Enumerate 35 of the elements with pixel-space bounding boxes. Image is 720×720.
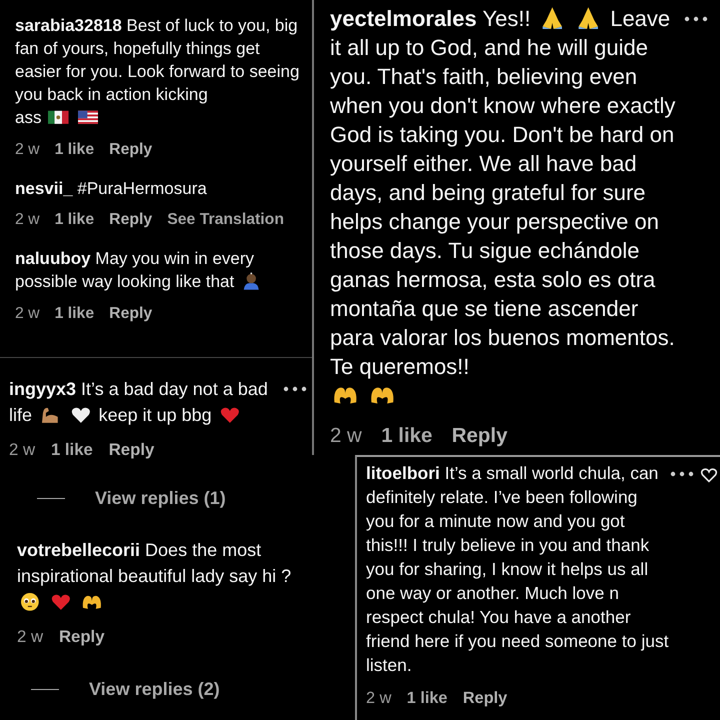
like-count[interactable]: 1 like xyxy=(406,686,448,710)
comment-time: 2 w xyxy=(15,140,40,160)
like-count[interactable]: 1 like xyxy=(381,421,432,450)
comment-text: votrebellecorii Does the most inspirational beautiful lady say hi ? xyxy=(17,539,292,588)
comment-text: ass xyxy=(15,108,42,127)
comment-text: Leave xyxy=(610,6,670,31)
reply-link[interactable]: Reply xyxy=(109,208,152,232)
comment-time: 2 w xyxy=(366,688,392,709)
view-replies-link[interactable]: View replies (2) xyxy=(89,676,220,702)
reply-link[interactable]: Reply xyxy=(109,138,152,161)
comment-text: nesvii_ #PuraHermosura xyxy=(15,178,207,200)
comment-text: life xyxy=(9,405,32,425)
like-count[interactable]: 1 like xyxy=(54,302,94,326)
comment-time: 2 w xyxy=(17,626,44,648)
comment-text: yectelmorales Yes!! xyxy=(330,6,531,31)
reply-link[interactable]: Reply xyxy=(452,421,508,450)
comment-time: 2 w xyxy=(9,439,36,462)
comment-text: keep it up bbg xyxy=(98,405,212,425)
see-translation-link[interactable]: See Translation xyxy=(167,208,284,232)
view-replies-link[interactable]: View replies (1) xyxy=(95,485,226,512)
like-count[interactable]: 1 like xyxy=(50,437,93,464)
comment-time: 2 w xyxy=(15,304,40,324)
comment-time: 2 w xyxy=(15,210,40,230)
like-count[interactable]: 1 like xyxy=(54,208,94,232)
comment-time: 2 w xyxy=(330,423,362,450)
comment-text: ingyyx3 It’s a bad day not a bad xyxy=(9,378,268,401)
comment-text: it all up to God, and he will guide you. That's faith, believing even when you don't know where exactly God is taking you. Don't be hard on yourself either. We all have bad days, and being grateful for sure helps change your perspective on those days. Tu sigue echándole ganas hermosa, esta solo es otra montaña que se tiene ascender para valorar los buenos momentos. Te queremos!! xyxy=(330,34,676,381)
comment-text: litoelbori It’s a small world chula, can definitely relate. I’ve been following you for a minute now and you got this!!! I truly believe in you and thank you for sharing, I know it helps us all one way or another. Much love n respect chula! You have a another friend here if you need someone to just listen. xyxy=(366,462,670,677)
comment-text: possible way looking like that xyxy=(15,272,234,292)
like-count[interactable]: 1 like xyxy=(54,138,94,161)
comment-text: naluuboy May you win in every xyxy=(15,248,254,270)
reply-link[interactable]: Reply xyxy=(462,686,508,710)
reply-link[interactable]: Reply xyxy=(58,624,105,650)
reply-link[interactable]: Reply xyxy=(109,302,152,326)
reply-link[interactable]: Reply xyxy=(108,437,154,464)
